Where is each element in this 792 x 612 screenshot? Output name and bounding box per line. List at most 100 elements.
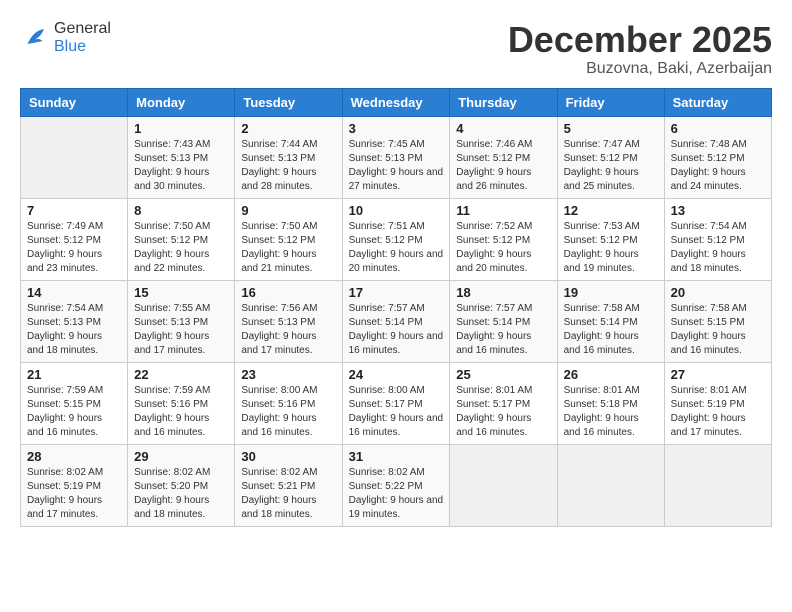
day-number: 9	[241, 203, 335, 218]
cell-info: Sunrise: 8:02 AMSunset: 5:19 PMDaylight:…	[27, 466, 121, 522]
header-day-friday: Friday	[557, 88, 664, 116]
day-number: 15	[134, 285, 228, 300]
header-day-sunday: Sunday	[21, 88, 128, 116]
cell-info: Sunrise: 7:58 AMSunset: 5:14 PMDaylight:…	[564, 302, 658, 358]
day-number: 27	[671, 367, 765, 382]
title-block: December 2025 Buzovna, Baki, Azerbaijan	[508, 20, 772, 78]
day-number: 31	[349, 449, 444, 464]
calendar-cell: 22 Sunrise: 7:59 AMSunset: 5:16 PMDayligh…	[128, 362, 235, 444]
cell-info: Sunrise: 8:01 AMSunset: 5:18 PMDaylight:…	[564, 384, 658, 440]
calendar-cell: 19 Sunrise: 7:58 AMSunset: 5:14 PMDayligh…	[557, 280, 664, 362]
day-number: 19	[564, 285, 658, 300]
calendar-table: SundayMondayTuesdayWednesdayThursdayFrid…	[20, 88, 772, 527]
calendar-cell: 29Sunrise: 8:02 AMSunset: 5:20 PMDayligh…	[128, 444, 235, 526]
cell-info: Sunrise: 7:48 AMSunset: 5:12 PMDaylight:…	[671, 138, 765, 194]
day-number: 26	[564, 367, 658, 382]
cell-info: Sunrise: 8:02 AMSunset: 5:22 PMDaylight:…	[349, 466, 444, 522]
calendar-cell: 11 Sunrise: 7:52 AMSunset: 5:12 PMDayligh…	[450, 198, 557, 280]
day-number: 13	[671, 203, 765, 218]
month-title: December 2025	[508, 20, 772, 60]
header-day-wednesday: Wednesday	[342, 88, 450, 116]
cell-info: Sunrise: 7:50 AMSunset: 5:12 PMDaylight:…	[241, 220, 335, 276]
calendar-cell: 5 Sunrise: 7:47 AMSunset: 5:12 PMDaylight…	[557, 116, 664, 198]
day-number: 10	[349, 203, 444, 218]
day-number: 23	[241, 367, 335, 382]
day-number: 20	[671, 285, 765, 300]
cell-info: Sunrise: 7:56 AMSunset: 5:13 PMDaylight:…	[241, 302, 335, 358]
cell-info: Sunrise: 8:01 AMSunset: 5:19 PMDaylight:…	[671, 384, 765, 440]
cell-info: Sunrise: 7:52 AMSunset: 5:12 PMDaylight:…	[456, 220, 550, 276]
calendar-week-row: 21 Sunrise: 7:59 AMSunset: 5:15 PMDayligh…	[21, 362, 772, 444]
day-number: 1	[134, 121, 228, 136]
day-number: 14	[27, 285, 121, 300]
day-number: 8	[134, 203, 228, 218]
logo: General Blue	[20, 20, 111, 56]
calendar-cell: 17 Sunrise: 7:57 AMSunset: 5:14 PMDayligh…	[342, 280, 450, 362]
day-number: 24	[349, 367, 444, 382]
calendar-cell: 25Sunrise: 8:01 AMSunset: 5:17 PMDayligh…	[450, 362, 557, 444]
cell-info: Sunrise: 7:53 AMSunset: 5:12 PMDaylight:…	[564, 220, 658, 276]
cell-info: Sunrise: 7:58 AMSunset: 5:15 PMDaylight:…	[671, 302, 765, 358]
location-subtitle: Buzovna, Baki, Azerbaijan	[508, 60, 772, 78]
cell-info: Sunrise: 7:59 AMSunset: 5:16 PMDaylight:…	[134, 384, 228, 440]
cell-info: Sunrise: 8:02 AMSunset: 5:21 PMDaylight:…	[241, 466, 335, 522]
calendar-cell: 28 Sunrise: 8:02 AMSunset: 5:19 PMDayligh…	[21, 444, 128, 526]
day-number: 2	[241, 121, 335, 136]
calendar-cell: 3 Sunrise: 7:45 AMSunset: 5:13 PMDaylight…	[342, 116, 450, 198]
calendar-cell: 15 Sunrise: 7:55 AMSunset: 5:13 PMDayligh…	[128, 280, 235, 362]
cell-info: Sunrise: 8:00 AMSunset: 5:17 PMDaylight:…	[349, 384, 444, 440]
calendar-cell: 16 Sunrise: 7:56 AMSunset: 5:13 PMDayligh…	[235, 280, 342, 362]
cell-info: Sunrise: 7:51 AMSunset: 5:12 PMDaylight:…	[349, 220, 444, 276]
calendar-cell: 14Sunrise: 7:54 AMSunset: 5:13 PMDayligh…	[21, 280, 128, 362]
calendar-cell: 1 Sunrise: 7:43 AMSunset: 5:13 PMDaylight…	[128, 116, 235, 198]
cell-info: Sunrise: 7:57 AMSunset: 5:14 PMDaylight:…	[456, 302, 550, 358]
day-number: 16	[241, 285, 335, 300]
day-number: 4	[456, 121, 550, 136]
cell-info: Sunrise: 7:43 AMSunset: 5:13 PMDaylight:…	[134, 138, 228, 194]
day-number: 12	[564, 203, 658, 218]
calendar-cell: 31 Sunrise: 8:02 AMSunset: 5:22 PMDayligh…	[342, 444, 450, 526]
day-number: 11	[456, 203, 550, 218]
day-number: 17	[349, 285, 444, 300]
calendar-cell	[21, 116, 128, 198]
day-number: 21	[27, 367, 121, 382]
cell-info: Sunrise: 7:49 AMSunset: 5:12 PMDaylight:…	[27, 220, 121, 276]
day-number: 28	[27, 449, 121, 464]
header-day-thursday: Thursday	[450, 88, 557, 116]
cell-info: Sunrise: 8:00 AMSunset: 5:16 PMDaylight:…	[241, 384, 335, 440]
calendar-cell: 18Sunrise: 7:57 AMSunset: 5:14 PMDayligh…	[450, 280, 557, 362]
header-day-monday: Monday	[128, 88, 235, 116]
header-day-tuesday: Tuesday	[235, 88, 342, 116]
calendar-week-row: 14Sunrise: 7:54 AMSunset: 5:13 PMDayligh…	[21, 280, 772, 362]
cell-info: Sunrise: 7:45 AMSunset: 5:13 PMDaylight:…	[349, 138, 444, 194]
calendar-week-row: 7 Sunrise: 7:49 AMSunset: 5:12 PMDaylight…	[21, 198, 772, 280]
calendar-cell: 4 Sunrise: 7:46 AMSunset: 5:12 PMDaylight…	[450, 116, 557, 198]
calendar-cell	[557, 444, 664, 526]
calendar-week-row: 28 Sunrise: 8:02 AMSunset: 5:19 PMDayligh…	[21, 444, 772, 526]
calendar-cell: 27 Sunrise: 8:01 AMSunset: 5:19 PMDayligh…	[664, 362, 771, 444]
day-number: 5	[564, 121, 658, 136]
calendar-cell: 8 Sunrise: 7:50 AMSunset: 5:12 PMDaylight…	[128, 198, 235, 280]
calendar-cell: 10 Sunrise: 7:51 AMSunset: 5:12 PMDayligh…	[342, 198, 450, 280]
cell-info: Sunrise: 7:44 AMSunset: 5:13 PMDaylight:…	[241, 138, 335, 194]
cell-info: Sunrise: 7:46 AMSunset: 5:12 PMDaylight:…	[456, 138, 550, 194]
calendar-cell: 23 Sunrise: 8:00 AMSunset: 5:16 PMDayligh…	[235, 362, 342, 444]
cell-info: Sunrise: 8:02 AMSunset: 5:20 PMDaylight:…	[134, 466, 228, 522]
calendar-cell: 12 Sunrise: 7:53 AMSunset: 5:12 PMDayligh…	[557, 198, 664, 280]
calendar-header-row: SundayMondayTuesdayWednesdayThursdayFrid…	[21, 88, 772, 116]
calendar-week-row: 1 Sunrise: 7:43 AMSunset: 5:13 PMDaylight…	[21, 116, 772, 198]
day-number: 7	[27, 203, 121, 218]
cell-info: Sunrise: 7:55 AMSunset: 5:13 PMDaylight:…	[134, 302, 228, 358]
day-number: 22	[134, 367, 228, 382]
cell-info: Sunrise: 7:54 AMSunset: 5:12 PMDaylight:…	[671, 220, 765, 276]
header-day-saturday: Saturday	[664, 88, 771, 116]
cell-info: Sunrise: 7:50 AMSunset: 5:12 PMDaylight:…	[134, 220, 228, 276]
calendar-cell: 20 Sunrise: 7:58 AMSunset: 5:15 PMDayligh…	[664, 280, 771, 362]
cell-info: Sunrise: 7:59 AMSunset: 5:15 PMDaylight:…	[27, 384, 121, 440]
day-number: 25	[456, 367, 550, 382]
calendar-cell: 9 Sunrise: 7:50 AMSunset: 5:12 PMDaylight…	[235, 198, 342, 280]
cell-info: Sunrise: 7:57 AMSunset: 5:14 PMDaylight:…	[349, 302, 444, 358]
cell-info: Sunrise: 7:47 AMSunset: 5:12 PMDaylight:…	[564, 138, 658, 194]
day-number: 3	[349, 121, 444, 136]
logo-bird-icon	[20, 23, 50, 53]
